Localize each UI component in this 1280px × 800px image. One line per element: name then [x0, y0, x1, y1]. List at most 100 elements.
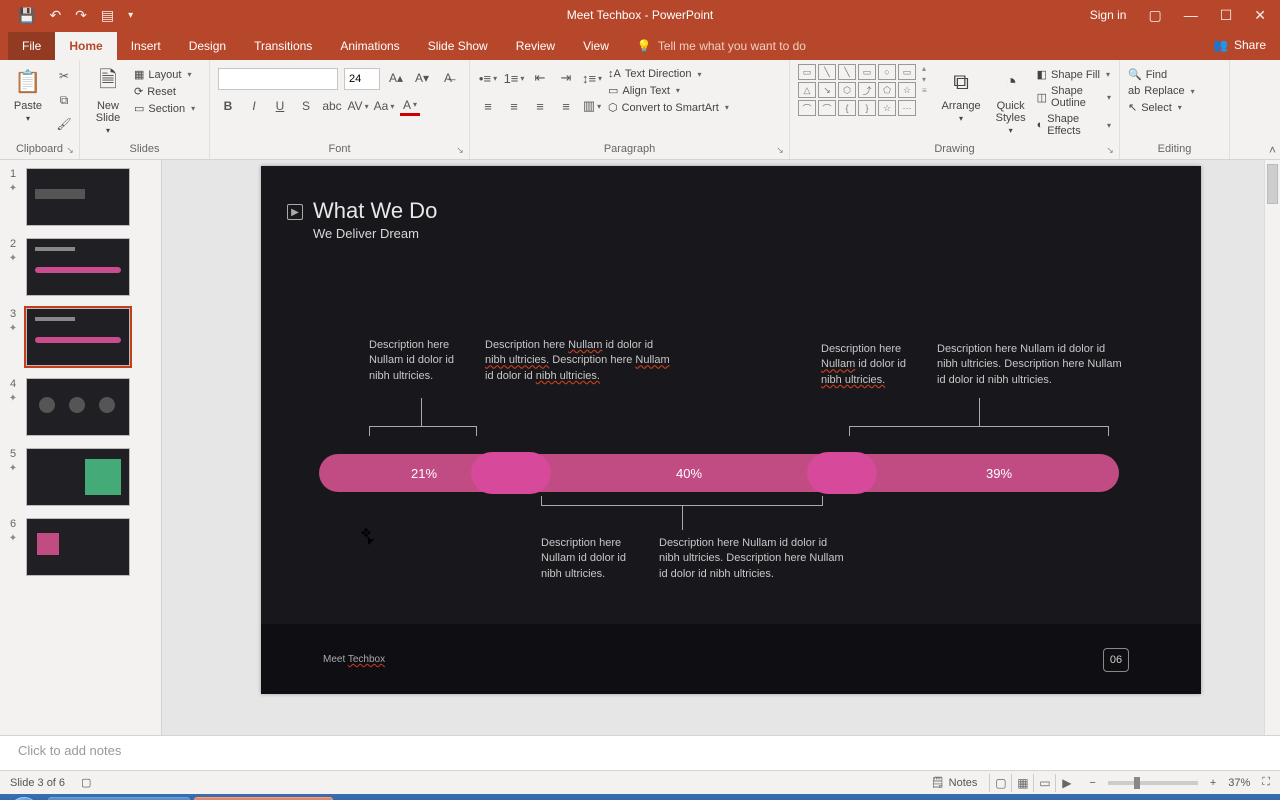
copy-icon[interactable]: ⧉: [54, 90, 74, 110]
underline-icon[interactable]: U: [270, 96, 290, 116]
reset-button[interactable]: ⟳Reset: [134, 85, 195, 98]
layout-button[interactable]: ▦Layout: [134, 68, 195, 81]
start-from-beginning-icon[interactable]: ▤: [101, 7, 114, 24]
thumb-3[interactable]: 3✦: [6, 308, 155, 366]
select-button[interactable]: ↖Select: [1128, 101, 1195, 114]
shapes-gallery[interactable]: ▭╲╲▭○▭ △↘⬡⤴⬠☆ ⌒⌒{}☆⋯: [798, 64, 916, 116]
text-direction-button[interactable]: ↕AText Direction: [608, 68, 729, 80]
slide-canvas-area[interactable]: ▶ What We Do We Deliver Dream Descriptio…: [162, 160, 1280, 735]
decrease-indent-icon[interactable]: ⇤: [530, 68, 550, 88]
minimize-icon[interactable]: —: [1184, 7, 1198, 23]
line-spacing-icon[interactable]: ↕≡: [582, 68, 602, 88]
play-animation-icon[interactable]: ▶: [287, 204, 303, 220]
tell-me[interactable]: 💡 Tell me what you want to do: [623, 32, 820, 60]
quick-styles-button[interactable]: ◔ Quick Styles ▾: [991, 64, 1031, 137]
align-text-button[interactable]: ▭Align Text: [608, 84, 729, 97]
zoom-level[interactable]: 37%: [1228, 777, 1250, 789]
reading-view-icon[interactable]: ▭: [1033, 774, 1055, 792]
gallery-down-icon[interactable]: ▾: [922, 75, 931, 84]
clear-formatting-icon[interactable]: A̶: [438, 68, 458, 88]
collapse-ribbon-icon[interactable]: ˄: [1269, 143, 1276, 157]
change-case-icon[interactable]: Aa: [374, 96, 394, 116]
spelling-status-icon[interactable]: ▢: [81, 776, 91, 789]
align-right-icon[interactable]: ≡: [530, 96, 550, 116]
arrange-button[interactable]: ⧉ Arrange ▾: [937, 64, 984, 125]
scrollbar-thumb[interactable]: [1267, 164, 1278, 204]
cut-icon[interactable]: ✂: [54, 66, 74, 86]
tab-insert[interactable]: Insert: [117, 32, 175, 60]
gallery-more-icon[interactable]: ≡: [922, 86, 931, 95]
new-slide-button[interactable]: 🗎 New Slide ▾: [88, 64, 128, 137]
footer-text[interactable]: Meet Techbox: [323, 654, 385, 665]
desc-2b[interactable]: Description here Nullam id dolor id nibh…: [659, 536, 849, 582]
tab-transitions[interactable]: Transitions: [240, 32, 326, 60]
strikethrough-icon[interactable]: S: [296, 96, 316, 116]
desc-3b[interactable]: Description here Nullam id dolor id nibh…: [937, 342, 1127, 388]
find-button[interactable]: 🔍Find: [1128, 68, 1195, 81]
char-spacing-icon[interactable]: AV: [348, 96, 368, 116]
numbering-icon[interactable]: 1≡: [504, 68, 524, 88]
tab-file[interactable]: File: [8, 32, 55, 60]
notes-toggle[interactable]: 🗒Notes: [931, 776, 978, 789]
align-left-icon[interactable]: ≡: [478, 96, 498, 116]
shape-outline-button[interactable]: ◫Shape Outline: [1037, 85, 1111, 109]
text-shadow-icon[interactable]: abc: [322, 96, 342, 116]
thumb-5[interactable]: 5✦: [6, 448, 155, 506]
slideshow-view-icon[interactable]: ▶: [1055, 774, 1077, 792]
qat-customize-icon[interactable]: ▾: [128, 10, 133, 21]
zoom-thumb[interactable]: [1134, 777, 1140, 789]
thumb-2[interactable]: 2✦: [6, 238, 155, 296]
thumb-6[interactable]: 6✦: [6, 518, 155, 576]
tab-slide-show[interactable]: Slide Show: [414, 32, 502, 60]
notes-pane[interactable]: Click to add notes: [0, 735, 1280, 770]
tab-animations[interactable]: Animations: [326, 32, 413, 60]
shape-fill-button[interactable]: ◧Shape Fill: [1037, 68, 1111, 81]
clipboard-launcher-icon[interactable]: ↘: [64, 144, 76, 156]
font-color-icon[interactable]: A: [400, 96, 420, 116]
thumb-4[interactable]: 4✦: [6, 378, 155, 436]
percentage-bar[interactable]: 21% 40% 39%: [319, 454, 1119, 492]
gallery-up-icon[interactable]: ▴: [922, 64, 931, 73]
align-center-icon[interactable]: ≡: [504, 96, 524, 116]
desc-2a[interactable]: Description here Nullam id dolor id nibh…: [541, 536, 641, 582]
desc-3a[interactable]: Description here Nullam id dolor id nibh…: [821, 342, 921, 388]
font-launcher-icon[interactable]: ↘: [454, 144, 466, 156]
undo-icon[interactable]: ↶: [49, 7, 61, 24]
fit-to-window-icon[interactable]: ⛶: [1262, 776, 1270, 789]
decrease-font-icon[interactable]: A▾: [412, 68, 432, 88]
tab-design[interactable]: Design: [175, 32, 240, 60]
justify-icon[interactable]: ≡: [556, 96, 576, 116]
ribbon-display-icon[interactable]: ▢: [1148, 7, 1161, 24]
format-painter-icon[interactable]: 🖌: [54, 114, 74, 134]
sign-in-link[interactable]: Sign in: [1090, 8, 1127, 22]
paragraph-launcher-icon[interactable]: ↘: [774, 144, 786, 156]
zoom-in-icon[interactable]: +: [1210, 777, 1216, 789]
increase-font-icon[interactable]: A▴: [386, 68, 406, 88]
tab-home[interactable]: Home: [55, 32, 116, 60]
paste-button[interactable]: 📋 Paste ▾: [8, 64, 48, 125]
desc-1a[interactable]: Description here Nullam id dolor id nibh…: [369, 338, 469, 384]
bold-icon[interactable]: B: [218, 96, 238, 116]
close-icon[interactable]: ✕: [1254, 7, 1266, 24]
bullets-icon[interactable]: •≡: [478, 68, 498, 88]
slide-title[interactable]: What We Do: [313, 198, 437, 224]
font-size-input[interactable]: [344, 68, 380, 90]
increase-indent-icon[interactable]: ⇥: [556, 68, 576, 88]
slide-sorter-view-icon[interactable]: ▦: [1011, 774, 1033, 792]
maximize-icon[interactable]: ☐: [1220, 7, 1233, 24]
italic-icon[interactable]: I: [244, 96, 264, 116]
columns-icon[interactable]: ▥: [582, 96, 602, 116]
tab-view[interactable]: View: [569, 32, 623, 60]
redo-icon[interactable]: ↷: [75, 7, 87, 24]
normal-view-icon[interactable]: ▢: [989, 774, 1011, 792]
vertical-scrollbar[interactable]: [1264, 160, 1280, 735]
desc-1b[interactable]: Description here Nullam id dolor id nibh…: [485, 338, 675, 384]
save-icon[interactable]: 💾: [18, 7, 35, 24]
zoom-out-icon[interactable]: −: [1089, 777, 1095, 789]
slide-subtitle[interactable]: We Deliver Dream: [313, 226, 419, 241]
tab-review[interactable]: Review: [502, 32, 569, 60]
zoom-slider[interactable]: [1108, 781, 1198, 785]
replace-button[interactable]: abReplace: [1128, 85, 1195, 97]
thumb-1[interactable]: 1✦: [6, 168, 155, 226]
drawing-launcher-icon[interactable]: ↘: [1104, 144, 1116, 156]
